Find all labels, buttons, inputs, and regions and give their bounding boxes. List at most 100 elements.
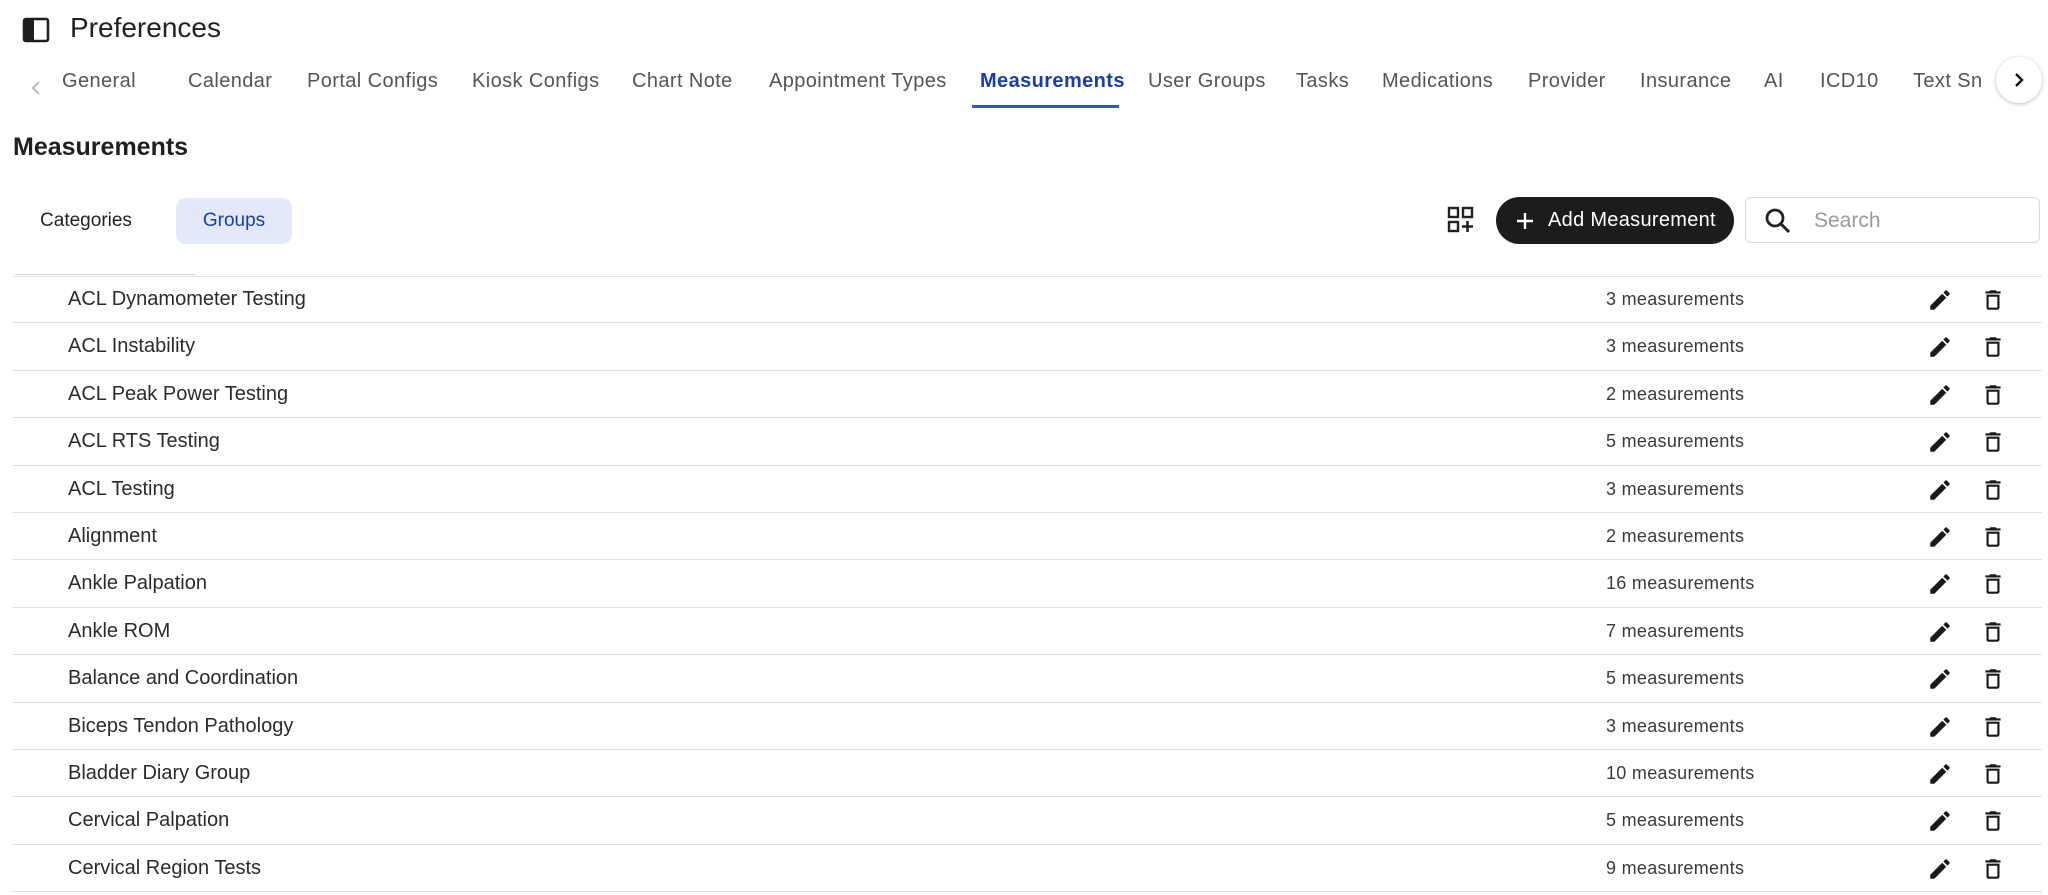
- page-title: Preferences: [70, 12, 221, 43]
- divider: [15, 274, 195, 275]
- table-row[interactable]: Ankle ROM 7 measurements: [12, 608, 2042, 656]
- table-row[interactable]: Balance and Coordination 5 measurements: [12, 655, 2042, 703]
- group-name: Alignment: [68, 524, 157, 547]
- table-row[interactable]: Alignment 2 measurements: [12, 513, 2042, 561]
- measurement-groups-table: ACL Dynamometer Testing 3 measurements ACL…: [12, 276, 2042, 893]
- add-measurement-button[interactable]: Add Measurement: [1496, 197, 1734, 244]
- group-name: Balance and Coordination: [68, 667, 299, 690]
- delete-icon[interactable]: [1980, 714, 2006, 740]
- edit-icon[interactable]: [1927, 524, 1953, 550]
- delete-icon[interactable]: [1980, 808, 2006, 834]
- edit-icon[interactable]: [1927, 666, 1953, 692]
- active-tab-indicator: [972, 105, 1119, 108]
- measurement-count: 5 measurements: [1606, 810, 1745, 831]
- search-icon: [1764, 207, 1792, 235]
- measurement-count: 3 measurements: [1606, 715, 1745, 736]
- tab-chart-note[interactable]: Chart Note: [632, 68, 733, 106]
- tab-icd10[interactable]: ICD10: [1820, 68, 1879, 106]
- tab-insurance[interactable]: Insurance: [1640, 68, 1731, 106]
- group-name: Ankle Palpation: [68, 572, 207, 595]
- edit-icon[interactable]: [1927, 619, 1953, 645]
- group-name: Cervical Palpation: [68, 809, 230, 832]
- tabs-scroll-left-button[interactable]: [18, 70, 54, 106]
- group-name: Cervical Region Tests: [68, 856, 262, 879]
- chevron-left-icon: [31, 81, 40, 95]
- add-measurement-label: Add Measurement: [1548, 209, 1716, 231]
- edit-icon[interactable]: [1927, 429, 1953, 455]
- search-input[interactable]: [1812, 204, 2026, 238]
- measurement-count: 10 measurements: [1606, 762, 1755, 783]
- side-panel-icon[interactable]: [22, 16, 50, 44]
- table-row[interactable]: ACL Peak Power Testing 2 measurements: [12, 371, 2042, 419]
- search-box: [1745, 197, 2040, 243]
- measurement-count: 9 measurements: [1606, 857, 1745, 878]
- group-name: Bladder Diary Group: [68, 761, 251, 784]
- table-row[interactable]: ACL Instability 3 measurements: [12, 323, 2042, 371]
- delete-icon[interactable]: [1980, 477, 2006, 503]
- tab-measurements[interactable]: Measurements: [980, 68, 1125, 106]
- edit-icon[interactable]: [1927, 287, 1953, 313]
- table-row[interactable]: ACL Dynamometer Testing 3 measurements: [12, 276, 2042, 324]
- delete-icon[interactable]: [1980, 524, 2006, 550]
- add-grid-view-button[interactable]: [1444, 203, 1478, 237]
- edit-icon[interactable]: [1927, 477, 1953, 503]
- group-name: ACL Dynamometer Testing: [68, 288, 306, 310]
- tab-tasks[interactable]: Tasks: [1296, 68, 1349, 106]
- plus-icon: [1514, 210, 1536, 232]
- delete-icon[interactable]: [1980, 334, 2006, 360]
- delete-icon[interactable]: [1980, 666, 2006, 692]
- delete-icon[interactable]: [1980, 571, 2006, 597]
- measurement-count: 5 measurements: [1606, 431, 1745, 452]
- groups-segment-button[interactable]: Groups: [176, 198, 292, 244]
- delete-icon[interactable]: [1980, 619, 2006, 645]
- table-row[interactable]: Ankle Palpation 16 measurements: [12, 560, 2042, 608]
- group-name: ACL Testing: [68, 477, 175, 500]
- measurement-count: 3 measurements: [1606, 289, 1745, 309]
- delete-icon[interactable]: [1980, 856, 2006, 882]
- delete-icon[interactable]: [1980, 429, 2006, 455]
- edit-icon[interactable]: [1927, 808, 1953, 834]
- tab-general[interactable]: General: [62, 68, 136, 106]
- tab-list: General Calendar Portal Configs Kiosk Confi…: [62, 60, 1982, 110]
- tab-provider[interactable]: Provider: [1528, 68, 1606, 106]
- tabs-scroll-right-button[interactable]: [1996, 57, 2042, 103]
- tab-ai[interactable]: AI: [1764, 68, 1784, 106]
- delete-icon[interactable]: [1980, 761, 2006, 787]
- tab-kiosk-configs[interactable]: Kiosk Configs: [472, 68, 599, 106]
- top-bar: Preferences: [0, 0, 2048, 60]
- edit-icon[interactable]: [1927, 714, 1953, 740]
- measurement-count: 7 measurements: [1606, 620, 1745, 641]
- table-row[interactable]: Bladder Diary Group 10 measurements: [12, 750, 2042, 798]
- group-name: ACL RTS Testing: [68, 430, 220, 453]
- edit-icon[interactable]: [1927, 382, 1953, 408]
- measurement-count: 2 measurements: [1606, 525, 1745, 546]
- tab-text-sni[interactable]: Text Sni: [1913, 68, 1982, 106]
- group-name: ACL Instability: [68, 335, 196, 358]
- edit-icon[interactable]: [1927, 334, 1953, 360]
- measurement-count: 3 measurements: [1606, 478, 1745, 499]
- measurement-count: 2 measurements: [1606, 383, 1745, 404]
- group-name: Biceps Tendon Pathology: [68, 714, 294, 737]
- measurement-count: 3 measurements: [1606, 336, 1745, 357]
- tab-user-groups[interactable]: User Groups: [1148, 68, 1266, 106]
- chevron-right-icon: [2015, 73, 2024, 87]
- table-row[interactable]: ACL RTS Testing 5 measurements: [12, 418, 2042, 466]
- tab-calendar[interactable]: Calendar: [188, 68, 272, 106]
- group-name: Ankle ROM: [68, 619, 171, 642]
- table-row[interactable]: Cervical Region Tests 9 measurements: [12, 845, 2042, 893]
- preferences-tabs: General Calendar Portal Configs Kiosk Confi…: [0, 60, 2048, 110]
- edit-icon[interactable]: [1927, 761, 1953, 787]
- delete-icon[interactable]: [1980, 287, 2006, 313]
- edit-icon[interactable]: [1927, 856, 1953, 882]
- measurement-count: 5 measurements: [1606, 668, 1745, 689]
- tab-appointment-types[interactable]: Appointment Types: [769, 68, 947, 106]
- table-row[interactable]: ACL Testing 3 measurements: [12, 466, 2042, 513]
- section-title: Measurements: [13, 133, 189, 161]
- categories-segment-button[interactable]: Categories: [13, 198, 159, 244]
- edit-icon[interactable]: [1927, 571, 1953, 597]
- table-row[interactable]: Cervical Palpation 5 measurements: [12, 797, 2042, 845]
- tab-medications[interactable]: Medications: [1382, 68, 1493, 106]
- delete-icon[interactable]: [1980, 382, 2006, 408]
- tab-portal-configs[interactable]: Portal Configs: [307, 68, 438, 106]
- table-row[interactable]: Biceps Tendon Pathology 3 measurements: [12, 703, 2042, 750]
